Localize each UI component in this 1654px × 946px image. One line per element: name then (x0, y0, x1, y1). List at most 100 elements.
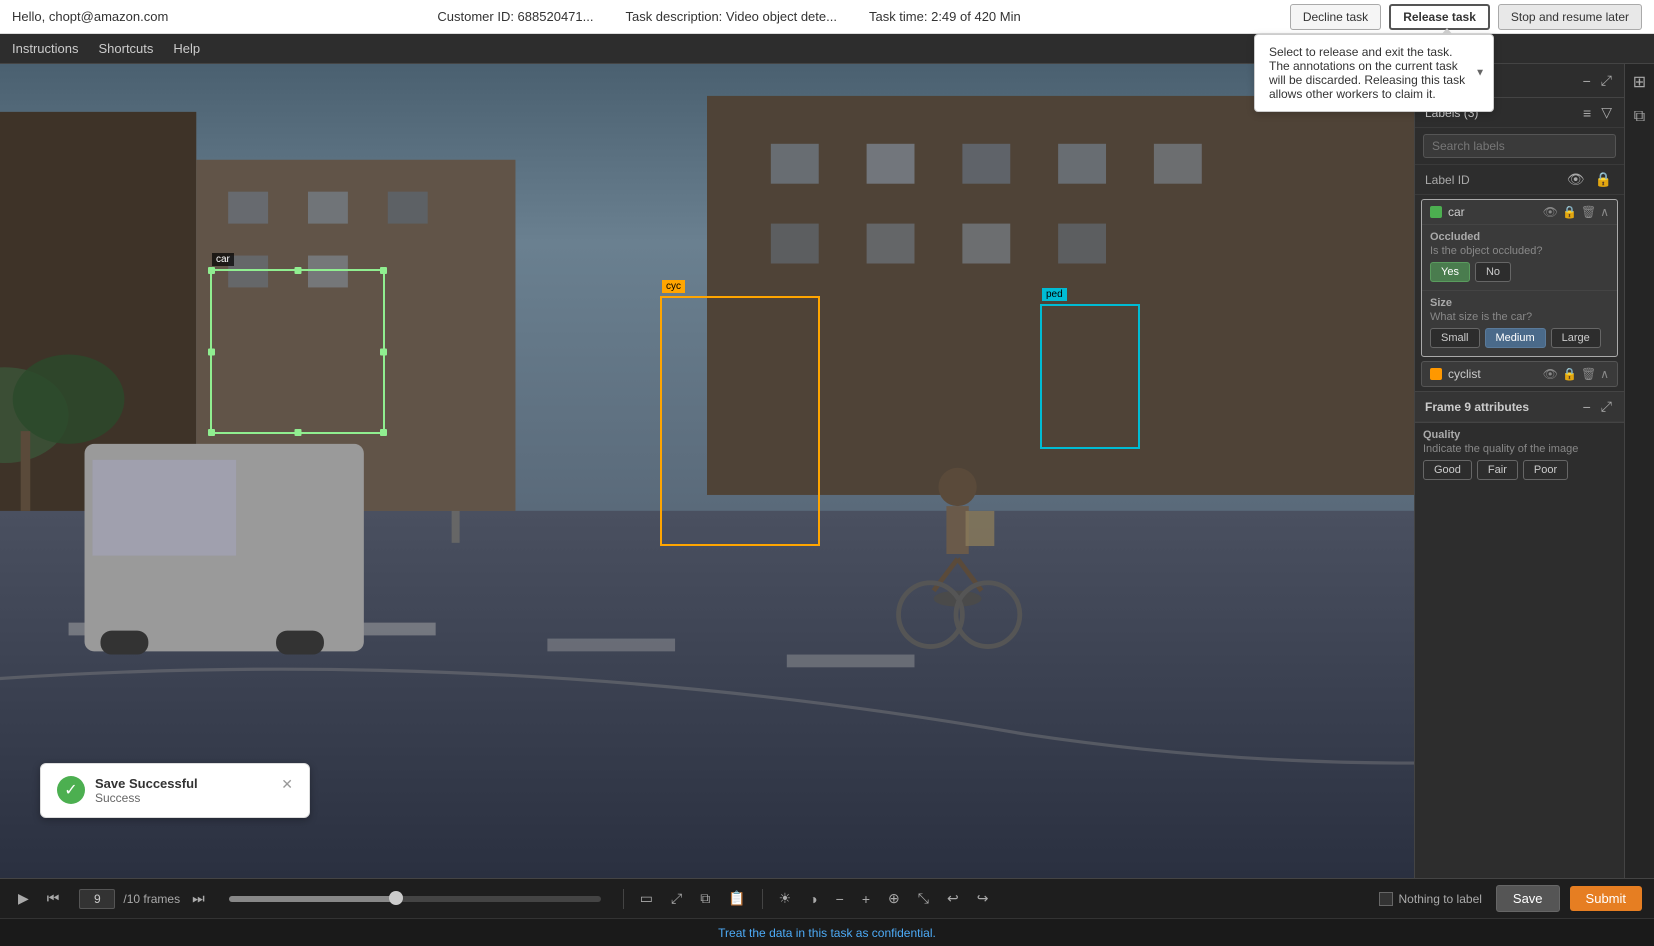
frame-info: 9 /10 frames (79, 889, 180, 909)
size-title: Size (1430, 297, 1609, 309)
occluded-question: Is the object occluded? (1430, 245, 1609, 257)
copy-tool-button[interactable]: ⧉ (694, 886, 716, 911)
sort-labels-button[interactable]: ≡ (1581, 104, 1593, 121)
top-bar: Hello, chopt@amazon.com Customer ID: 688… (0, 0, 1654, 34)
release-task-button[interactable]: Release task (1389, 4, 1490, 30)
toast-content: Save Successful Success (95, 776, 271, 805)
tooltip-line4: allows other workers to claim it. (1269, 87, 1479, 101)
zoom-out-button[interactable]: − (830, 887, 850, 911)
timeline-thumb[interactable] (389, 891, 403, 905)
paste-tool-button[interactable]: 📋 (722, 886, 751, 911)
car-collapse-icon[interactable]: ∧ (1600, 205, 1609, 219)
quality-question: Indicate the quality of the image (1423, 443, 1616, 455)
label-id-row: Label ID 👁 🔒 (1415, 165, 1624, 195)
crosshair-button[interactable]: ⊕ (882, 886, 906, 911)
filter-labels-button[interactable]: ▽ (1599, 104, 1614, 121)
skip-end-button[interactable]: ⏭ (186, 886, 211, 911)
video-frame: car cyc ped (0, 64, 1414, 878)
size-section: Size What size is the car? Small Medium … (1422, 290, 1617, 356)
nav-shortcuts[interactable]: Shortcuts (98, 41, 153, 56)
toast-title: Save Successful (95, 776, 271, 791)
nav-help[interactable]: Help (173, 41, 200, 56)
canvas-area[interactable]: car cyc ped (0, 64, 1414, 878)
car-label-name: car (1448, 205, 1537, 219)
cyclist-hide-icon[interactable]: 👁 (1543, 367, 1558, 381)
stop-resume-button[interactable]: Stop and resume later (1498, 4, 1642, 30)
brightness-button[interactable]: ☀ (773, 886, 798, 911)
status-message: Treat the data in this task as confident… (718, 926, 936, 940)
toast-close-button[interactable]: ✕ (281, 776, 293, 793)
size-question: What size is the car? (1430, 311, 1609, 323)
quality-poor-button[interactable]: Poor (1523, 460, 1568, 480)
cyclist-label-header: cyclist 👁 🔒 🗑 ∧ (1422, 362, 1617, 386)
car-label-item: car 👁 🔒 🗑 ∧ Occluded Is the object occlu… (1421, 199, 1618, 357)
cyclist-label-item: cyclist 👁 🔒 🗑 ∧ (1421, 361, 1618, 387)
customer-id: Customer ID: 688520471... (437, 9, 593, 24)
occluded-buttons: Yes No (1430, 262, 1609, 282)
occluded-no-button[interactable]: No (1475, 262, 1511, 282)
frame-attributes-section: Frame 9 attributes − ⤢ (1415, 391, 1624, 422)
rect-tool-button[interactable]: ▭ (634, 886, 659, 911)
frame-attr-minimize[interactable]: − (1581, 398, 1593, 415)
car-delete-icon[interactable]: 🗑 (1581, 205, 1596, 219)
size-large-button[interactable]: Large (1551, 328, 1601, 348)
car-lock-icon[interactable]: 🔒 (1562, 205, 1577, 219)
toolbar-separator-1 (623, 889, 624, 909)
skip-start-button[interactable]: ⏮ (41, 886, 66, 911)
minimize-panel-button[interactable]: − (1581, 72, 1593, 89)
size-medium-button[interactable]: Medium (1485, 328, 1546, 348)
task-description: Task description: Video object dete... (625, 9, 837, 24)
zoom-in-button[interactable]: + (856, 887, 876, 911)
greeting: Hello, chopt@amazon.com (12, 9, 168, 24)
release-tooltip: Select to release and exit the task. The… (1254, 34, 1494, 112)
quality-section: Quality Indicate the quality of the imag… (1415, 422, 1624, 488)
cyclist-label-name: cyclist (1448, 367, 1537, 381)
cyclist-color-dot (1430, 368, 1442, 380)
quality-fair-button[interactable]: Fair (1477, 460, 1518, 480)
car-color-dot (1430, 206, 1442, 218)
toast-success-icon: ✓ (57, 776, 85, 804)
decline-task-button[interactable]: Decline task (1290, 4, 1381, 30)
quality-good-button[interactable]: Good (1423, 460, 1472, 480)
car-hide-icon[interactable]: 👁 (1543, 205, 1558, 219)
search-labels-input[interactable] (1423, 134, 1616, 158)
quality-buttons: Good Fair Poor (1423, 460, 1616, 480)
nothing-to-label-checkbox-box[interactable] (1379, 892, 1393, 906)
size-small-button[interactable]: Small (1430, 328, 1480, 348)
expand-panel-button[interactable]: ⤢ (1599, 72, 1614, 89)
save-button[interactable]: Save (1496, 885, 1560, 912)
transform-tool-button[interactable]: ⤢ (665, 886, 688, 911)
hide-all-button[interactable]: 👁 (1565, 171, 1587, 188)
timeline-scrubber[interactable] (229, 896, 601, 902)
cyclist-expand-icon[interactable]: ∧ (1600, 367, 1609, 381)
tooltip-line3: will be discarded. Releasing this task (1269, 73, 1479, 87)
cyclist-delete-icon[interactable]: 🗑 (1581, 367, 1596, 381)
frame-attr-expand[interactable]: ⤢ (1599, 398, 1614, 415)
toolbar-separator-2 (762, 889, 763, 909)
car-label-header: car 👁 🔒 🗑 ∧ (1422, 200, 1617, 224)
save-toast: ✓ Save Successful Success ✕ (40, 763, 310, 818)
tooltip-line2: The annotations on the current task (1269, 59, 1479, 73)
redo-button[interactable]: ↪ (971, 886, 995, 911)
far-icon-2[interactable]: ⧉ (1634, 108, 1645, 126)
tooltip-dropdown-icon[interactable]: ▼ (1475, 68, 1485, 79)
frame-number-input[interactable]: 9 (79, 889, 115, 909)
task-info: Customer ID: 688520471... Task descripti… (437, 9, 1020, 24)
timeline-progress (229, 896, 396, 902)
nothing-to-label-text: Nothing to label (1399, 892, 1482, 906)
play-button[interactable]: ▶ (12, 886, 35, 911)
status-bar: Treat the data in this task as confident… (0, 918, 1654, 946)
submit-button[interactable]: Submit (1570, 886, 1642, 911)
nav-instructions[interactable]: Instructions (12, 41, 78, 56)
scene-background (0, 64, 1414, 878)
fit-button[interactable]: ⤡ (912, 886, 935, 911)
contrast-button[interactable]: ◑ (803, 887, 823, 911)
main-area: car cyc ped (0, 64, 1654, 878)
right-panel: Labels − ⤢ Labels (3) ≡ ▽ Label ID 👁 🔒 (1414, 64, 1624, 878)
undo-button[interactable]: ↩ (941, 886, 965, 911)
cyclist-lock-icon[interactable]: 🔒 (1562, 367, 1577, 381)
far-icon-1[interactable]: ⊞ (1633, 72, 1646, 92)
occluded-yes-button[interactable]: Yes (1430, 262, 1470, 282)
size-buttons: Small Medium Large (1430, 328, 1609, 348)
lock-all-button[interactable]: 🔒 (1593, 171, 1614, 188)
